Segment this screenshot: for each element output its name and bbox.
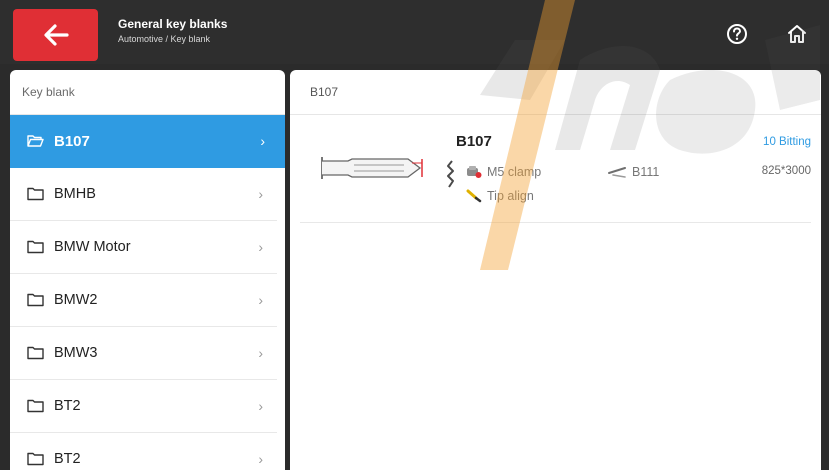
key-blank-list-panel: Key blank B107 › BMHB › BMW Motor › BMW2…: [10, 70, 285, 470]
folder-icon: [27, 187, 44, 201]
page-title: General key blanks: [118, 17, 228, 31]
list-item-bmw-motor[interactable]: BMW Motor ›: [10, 221, 277, 274]
back-button[interactable]: [13, 9, 98, 61]
chevron-right-icon: ›: [258, 292, 263, 308]
folder-icon: [27, 293, 44, 307]
chevron-right-icon: ›: [258, 451, 263, 467]
chevron-right-icon: ›: [258, 398, 263, 414]
key-name: B107: [456, 133, 492, 150]
list-item-b107[interactable]: B107 ›: [10, 115, 285, 168]
home-button[interactable]: [785, 22, 809, 46]
home-icon: [788, 25, 806, 43]
chevron-right-icon: ›: [258, 345, 263, 361]
list-item-label: BT2: [54, 451, 81, 467]
folder-icon: [27, 240, 44, 254]
chevron-right-icon: ›: [260, 133, 265, 149]
help-circle-icon: [727, 24, 747, 44]
clamp-icon: [467, 166, 482, 178]
folder-open-icon: [27, 135, 44, 147]
key-size: 825*3000: [761, 165, 811, 177]
key-blade-icon: [321, 157, 423, 179]
tip-align-label: Tip align: [487, 189, 534, 203]
help-button[interactable]: [725, 22, 749, 46]
list-item-label: BT2: [54, 398, 81, 414]
breadcrumb: Automotive / Key blank: [118, 34, 211, 44]
list-item-label: BMHB: [54, 186, 96, 202]
arrow-left-icon: [43, 24, 69, 46]
list-item-label: BMW3: [54, 345, 98, 361]
key-detail-panel: B107 B107 10 Bitting 825*3000 M5 clamp B…: [290, 70, 821, 470]
list-heading: Key blank: [10, 70, 285, 115]
title-block: General key blanks Automotive / Key blan…: [118, 17, 227, 45]
list-item-bmhb[interactable]: BMHB ›: [10, 168, 277, 221]
key-blank-card[interactable]: B107 10 Bitting 825*3000 M5 clamp B111 T…: [300, 115, 811, 223]
key-blank-list[interactable]: B107 › BMHB › BMW Motor › BMW2 › BMW3 › …: [10, 115, 285, 470]
top-bar: General key blanks Automotive / Key blan…: [0, 0, 829, 64]
list-item-label: BMW Motor: [54, 239, 131, 255]
chevron-right-icon: ›: [258, 239, 263, 255]
chevron-right-icon: ›: [258, 186, 263, 202]
folder-icon: [27, 399, 44, 413]
list-item-label: B107: [54, 132, 90, 150]
detail-heading: B107: [290, 70, 821, 115]
alt-key-icon: [608, 167, 626, 178]
list-item-bt2-second[interactable]: BT2 ›: [10, 433, 277, 470]
tip-align-icon: [466, 189, 482, 203]
folder-icon: [27, 346, 44, 360]
folder-icon: [27, 452, 44, 466]
alternate-key-label: B111: [632, 165, 660, 179]
list-item-bmw2[interactable]: BMW2 ›: [10, 274, 277, 327]
clamp-label: M5 clamp: [487, 165, 542, 179]
list-item-label: BMW2: [54, 292, 98, 308]
bitting-count: 10 Bitting: [763, 136, 811, 148]
side-cut-icon: [447, 160, 454, 188]
list-item-bmw3[interactable]: BMW3 ›: [10, 327, 277, 380]
list-item-bt2[interactable]: BT2 ›: [10, 380, 277, 433]
